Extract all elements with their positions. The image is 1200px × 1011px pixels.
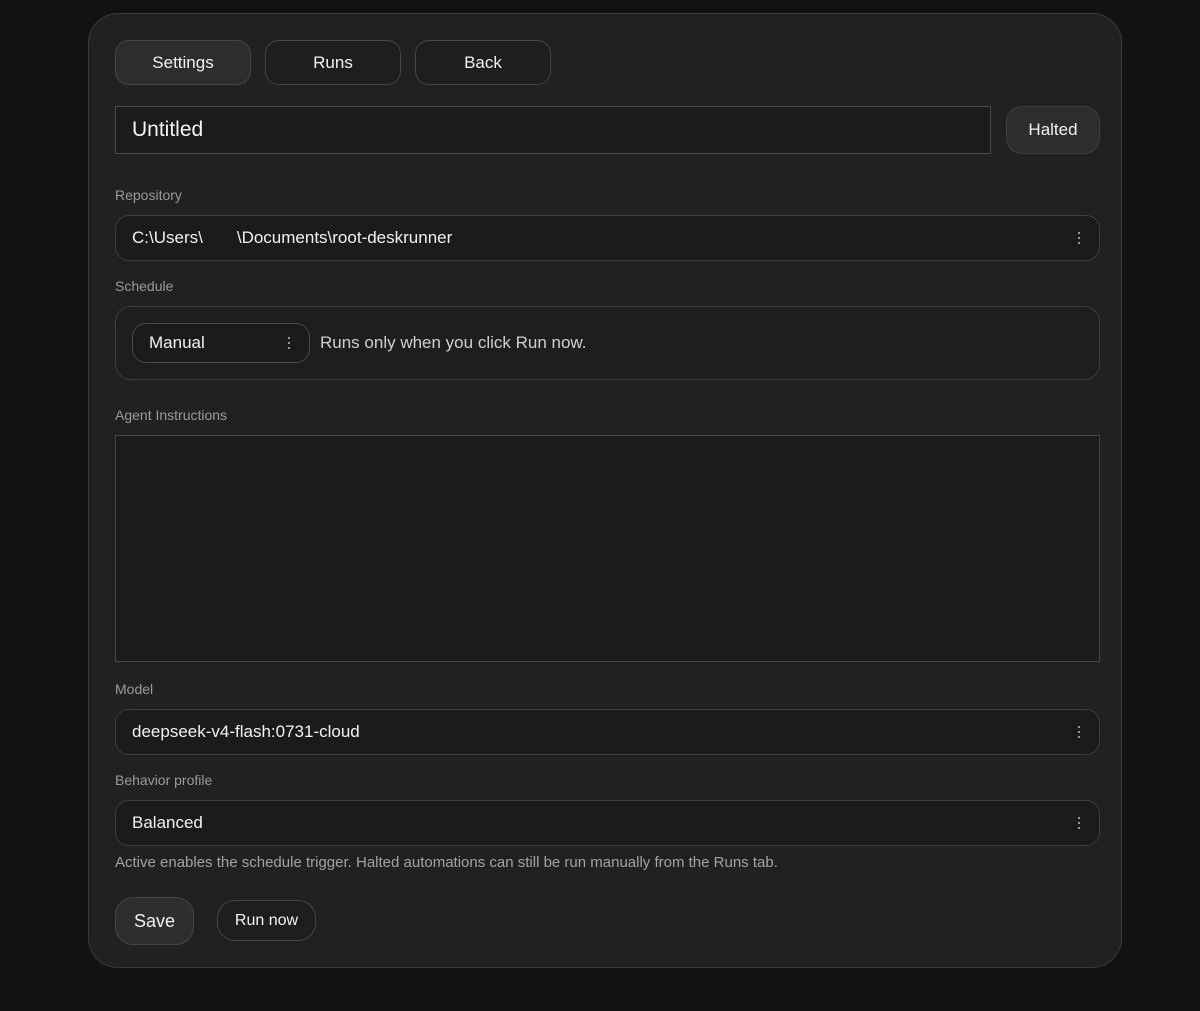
- repository-select[interactable]: C:\Users\ \Documents\root-deskrunner: [115, 215, 1100, 261]
- automation-settings-panel: Settings Runs Back Untitled Halted Repos…: [88, 13, 1122, 968]
- schedule-box: Manual Runs only when you click Run now.: [115, 306, 1100, 380]
- behavior-label: Behavior profile: [115, 772, 213, 788]
- schedule-value: Manual: [149, 333, 205, 352]
- repository-path-suffix: \Documents\root-deskrunner: [236, 228, 453, 247]
- title-input[interactable]: Untitled: [115, 106, 991, 154]
- run-now-button[interactable]: Run now: [217, 900, 316, 941]
- kebab-icon: [287, 337, 291, 349]
- kebab-icon: [1077, 232, 1081, 244]
- model-select[interactable]: deepseek-v4-flash:0731-cloud: [115, 709, 1100, 755]
- kebab-icon: [1077, 817, 1081, 829]
- status-toggle[interactable]: Halted: [1006, 106, 1100, 154]
- model-value: deepseek-v4-flash:0731-cloud: [132, 722, 360, 741]
- tab-bar: Settings Runs Back: [115, 40, 551, 85]
- behavior-value: Balanced: [132, 813, 203, 832]
- model-label: Model: [115, 681, 154, 697]
- schedule-select[interactable]: Manual: [132, 323, 310, 363]
- title-row: Untitled Halted: [115, 106, 1100, 154]
- repository-label: Repository: [115, 187, 182, 203]
- kebab-icon: [1077, 726, 1081, 738]
- schedule-description: Runs only when you click Run now.: [320, 333, 587, 352]
- save-button[interactable]: Save: [115, 897, 194, 945]
- instructions-label: Agent Instructions: [115, 407, 228, 423]
- title-value: Untitled: [132, 118, 204, 141]
- instructions-textarea[interactable]: [115, 435, 1100, 662]
- repository-path-prefix: C:\Users\: [132, 228, 203, 247]
- back-button[interactable]: Back: [415, 40, 551, 85]
- tab-settings[interactable]: Settings: [115, 40, 251, 85]
- status-hint: Active enables the schedule trigger. Hal…: [115, 854, 778, 871]
- tab-runs[interactable]: Runs: [265, 40, 401, 85]
- schedule-label: Schedule: [115, 278, 174, 294]
- behavior-select[interactable]: Balanced: [115, 800, 1100, 846]
